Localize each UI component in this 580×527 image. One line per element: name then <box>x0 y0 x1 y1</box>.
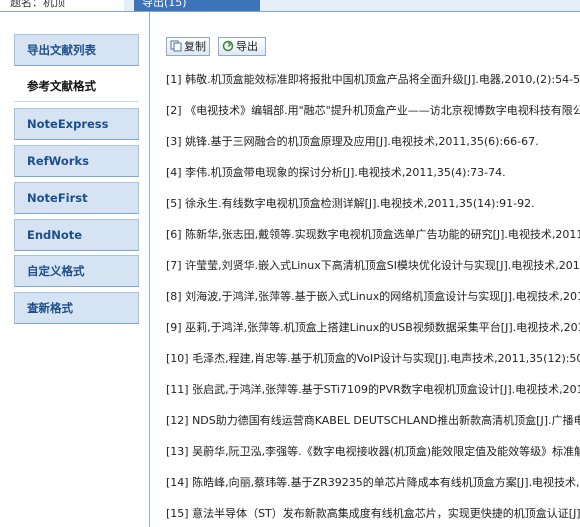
copy-button-label: 复制 <box>184 40 206 53</box>
sidebar-item-notefirst[interactable]: NoteFirst <box>14 182 139 214</box>
sidebar-item-novelty-format[interactable]: 查新格式 <box>14 292 139 324</box>
copy-button[interactable]: 复制 <box>166 37 210 56</box>
reference-item: [1] 韩敬.机顶盒能效标准即将报批中国机顶盒产品将全面升级[J].电器,201… <box>166 73 580 86</box>
sidebar-item-noteexpress[interactable]: NoteExpress <box>14 108 139 140</box>
reference-item: [7] 许莹莹,刘贤华.嵌入式Linux下高清机顶盒SI模块优化设计与实现[J]… <box>166 259 580 272</box>
sidebar-item-custom-format[interactable]: 自定义格式 <box>14 255 139 287</box>
reference-item: [2] 《电视技术》编辑部.用"融芯"提升机顶盒产业——访北京视博数字电视科技有… <box>166 104 580 117</box>
sidebar-item-label: 自定义格式 <box>27 264 85 278</box>
export-button[interactable]: 导出 <box>218 37 266 56</box>
format-sidebar: 导出文献列表 参考文献格式 NoteExpress RefWorks NoteF… <box>0 12 150 527</box>
reference-item: [9] 巫莉,于鸿洋,张萍等.机顶盒上搭建Linux的USB视频数据采集平台[J… <box>166 321 580 334</box>
sidebar-item-label: 查新格式 <box>27 301 73 315</box>
sidebar-item-label: 导出文献列表 <box>27 43 96 57</box>
copy-icon <box>170 40 182 52</box>
reference-item: [13] 吴蔚华,阮卫泓,李强等.《数字电视接收器(机顶盒)能效限定值及能效等级… <box>166 445 580 458</box>
reference-item: [11] 张启武,于鸿洋,张萍等.基于STi7109的PVR数字电视机顶盒设计[… <box>166 383 580 396</box>
reference-item: [8] 刘海波,于鸿洋,张萍等.基于嵌入式Linux的网络机顶盒设计与实现[J]… <box>166 290 580 303</box>
sidebar-item-label: EndNote <box>27 228 83 242</box>
reference-item: [3] 姚锋.基于三网融合的机顶盒原理及应用[J].电视技术,2011,35(6… <box>166 135 539 148</box>
reference-item: [14] 陈皓峰,向丽,蔡玮等.基于ZR39235的单芯片降成本有线机顶盒方案[… <box>166 476 580 489</box>
sidebar-item-refworks[interactable]: RefWorks <box>14 145 139 177</box>
sidebar-item-label: NoteFirst <box>27 191 88 205</box>
sidebar-item-label: 参考文献格式 <box>27 79 96 93</box>
sidebar-item-label: RefWorks <box>27 154 89 168</box>
sidebar-item-export-list[interactable]: 导出文献列表 <box>14 34 139 66</box>
export-button-label: 导出 <box>236 40 258 53</box>
reference-item: [4] 李伟.机顶盒带电现象的探讨分析[J].电视技术,2011,35(4):7… <box>166 166 506 179</box>
sidebar-item-label: NoteExpress <box>27 117 109 131</box>
export-tab[interactable]: 导出(15) <box>134 0 260 11</box>
sidebar-item-reference-format[interactable]: 参考文献格式 <box>14 70 139 102</box>
top-tab-bar: 题名：机顶 导出(15) <box>0 0 580 12</box>
reference-item: [15] 意法半导体（ST）发布新款高集成度有线机盒芯片，实现更快捷的机顶盒认证… <box>166 507 580 520</box>
reference-panel: 复制 导出 [1] 韩敬.机顶盒能效标准即将报批中国机顶盒产品将全面升级[J].… <box>150 12 580 527</box>
sidebar-item-endnote[interactable]: EndNote <box>14 219 139 251</box>
reference-item: [10] 毛泽杰,程建,肖忠等.基于机顶盒的VoIP设计与实现[J].电声技术,… <box>166 352 580 365</box>
search-title-tab[interactable]: 题名：机顶 <box>0 0 124 11</box>
reference-item: [12] NDS助力德国有线运营商KABEL DEUTSCHLAND推出新款高清… <box>166 414 580 427</box>
export-icon <box>222 40 234 52</box>
reference-item: [5] 徐永生.有线数字电视机顶盒检测详解[J].电视技术,2011,35(14… <box>166 197 535 210</box>
reference-item: [6] 陈新华,张志田,戴领等.实现数字电视机顶盒选单广告功能的研究[J].电视… <box>166 228 580 241</box>
